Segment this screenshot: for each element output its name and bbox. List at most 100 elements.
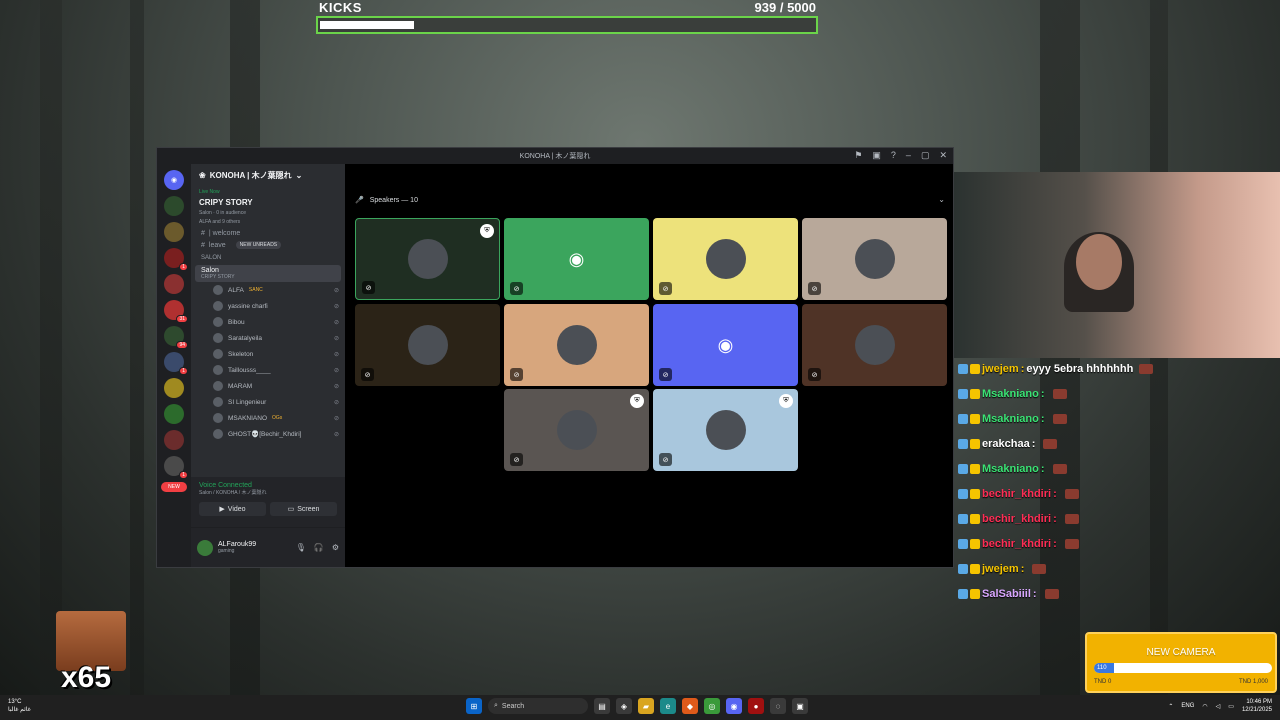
speaker-tile[interactable]: ⊘ bbox=[504, 304, 649, 386]
server-icon[interactable] bbox=[164, 430, 184, 450]
language-indicator[interactable]: ENG bbox=[1181, 703, 1194, 709]
copilot-icon[interactable]: ◈ bbox=[616, 698, 632, 714]
inbox-icon[interactable]: ▣ bbox=[872, 150, 881, 161]
speaker-tile[interactable]: ⊘ ⛨ bbox=[504, 389, 649, 471]
avatar bbox=[705, 410, 746, 450]
colon: : bbox=[1040, 387, 1045, 400]
kicks-progress-bar bbox=[316, 16, 818, 34]
voice-member[interactable]: Saratalyeila ⊘ bbox=[191, 330, 345, 346]
search-box[interactable]: ⌕ Search bbox=[488, 698, 588, 714]
wifi-icon[interactable]: ◠ bbox=[1202, 703, 1207, 710]
weather-widget[interactable]: 13°C غائم غالبا bbox=[8, 698, 31, 714]
avatar[interactable] bbox=[197, 539, 213, 556]
speaker-tile[interactable]: ⊘ ⛨ bbox=[355, 218, 500, 300]
minimize-button[interactable]: – bbox=[906, 150, 911, 161]
voice-member[interactable]: MARAM ⊘ bbox=[191, 378, 345, 394]
discord-home-icon[interactable]: ◉ bbox=[164, 170, 184, 190]
avatar bbox=[213, 397, 223, 407]
edge-icon[interactable]: e bbox=[660, 698, 676, 714]
server-name-header[interactable]: ❀ KONOHA | 木ノ葉隠れ ⌄ bbox=[191, 164, 345, 186]
server-icon[interactable] bbox=[164, 274, 184, 294]
screen-share-icon: ▭ bbox=[287, 506, 295, 513]
voice-member[interactable]: GHOST💀[Bechir_Khdiri] ⊘ bbox=[191, 426, 345, 442]
server-icon[interactable]: 1 bbox=[164, 248, 188, 271]
server-icon[interactable] bbox=[164, 404, 184, 424]
channel-leave[interactable]: # leave NEW UNREADS bbox=[191, 239, 345, 251]
sword-badge-icon bbox=[958, 588, 968, 599]
discord-icon[interactable]: ◉ bbox=[726, 698, 742, 714]
live-now-label: Live Now bbox=[199, 189, 220, 195]
clock[interactable]: 10:46 PM 12/21/2025 bbox=[1242, 698, 1272, 714]
speaker-tile[interactable]: ⊘ bbox=[653, 218, 798, 300]
voice-member[interactable]: Skeleton ⊘ bbox=[191, 346, 345, 362]
hash-icon: # bbox=[201, 230, 205, 237]
chevron-down-icon[interactable]: ⌄ bbox=[938, 195, 945, 204]
channel-sidebar: ❀ KONOHA | 木ノ葉隠れ ⌄ Live Now CRIPY STORY … bbox=[191, 164, 345, 567]
maximize-button[interactable]: ▢ bbox=[921, 150, 930, 161]
sword-badge-icon bbox=[958, 513, 968, 524]
crown-badge-icon bbox=[970, 563, 980, 574]
task-view-icon[interactable]: ▤ bbox=[594, 698, 610, 714]
microphone-icon: 🎤 bbox=[355, 197, 364, 204]
start-icon[interactable]: ⊞ bbox=[466, 698, 482, 714]
voice-member[interactable]: ALFA SANC ⊘ bbox=[191, 282, 345, 298]
live-stage-card[interactable]: Live Now CRIPY STORY Salon · 0 in audien… bbox=[191, 186, 345, 228]
avatar bbox=[213, 301, 223, 311]
help-icon[interactable]: ? bbox=[891, 150, 896, 161]
clock-date: 12/21/2025 bbox=[1241, 707, 1272, 713]
gear-icon[interactable]: ⚙ bbox=[332, 543, 339, 552]
chrome-icon[interactable]: ◎ bbox=[704, 698, 720, 714]
speaker-tile[interactable]: ◉ ⊘ bbox=[653, 304, 798, 386]
speaker-icon[interactable]: ◁ bbox=[1216, 703, 1221, 710]
shield-icon: ⛨ bbox=[630, 394, 644, 408]
server-icon[interactable]: 1 bbox=[164, 352, 188, 375]
muted-mic-icon: ⊘ bbox=[808, 282, 821, 295]
battery-icon[interactable]: ▭ bbox=[1228, 703, 1234, 710]
server-icon[interactable]: 31 bbox=[164, 300, 188, 323]
username: ALFarouk99 bbox=[218, 541, 257, 548]
file-explorer-icon[interactable]: ▰ bbox=[638, 698, 654, 714]
avatar bbox=[407, 325, 448, 365]
speaker-tile[interactable]: ⊘ bbox=[355, 304, 500, 386]
channel-welcome[interactable]: # | welcome bbox=[191, 228, 345, 239]
flag-icon[interactable]: ⚑ bbox=[854, 150, 862, 161]
screen-button[interactable]: ▭ Screen bbox=[270, 502, 337, 516]
headphones-icon[interactable]: 🎧 bbox=[314, 543, 324, 552]
speaker-tile[interactable]: ⊘ ⛨ bbox=[653, 389, 798, 471]
voice-connected-panel: Voice Connected Salon / KONOHA / 木ノ葉隠れ ▶… bbox=[191, 477, 345, 527]
obs-icon[interactable]: ● bbox=[748, 698, 764, 714]
chat-message: Msakniano: bbox=[954, 381, 1280, 406]
chat-username: Msakniano bbox=[982, 462, 1039, 475]
voice-member[interactable]: SI Lingenieur ⊘ bbox=[191, 394, 345, 410]
chat-message: erakchaa: bbox=[954, 431, 1280, 456]
voice-channel-salon[interactable]: Salon CRIPY STORY bbox=[195, 265, 341, 282]
video-button[interactable]: ▶ Video bbox=[199, 502, 266, 516]
chat-username: SalSabiiil bbox=[982, 587, 1031, 600]
server-icon[interactable] bbox=[164, 222, 184, 242]
server-icon[interactable]: 1 bbox=[164, 456, 188, 479]
voice-member[interactable]: MSAKNIANO OGs ⊘ bbox=[191, 410, 345, 426]
app-icon[interactable]: ▣ bbox=[792, 698, 808, 714]
speaker-tile[interactable]: ⊘ bbox=[802, 304, 947, 386]
chevron-down-icon: ⌄ bbox=[295, 170, 303, 180]
chat-message: bechir_khdiri: bbox=[954, 481, 1280, 506]
app-icon[interactable]: ◌ bbox=[770, 698, 786, 714]
speaker-tile[interactable]: ◉ ⊘ bbox=[504, 218, 649, 300]
voice-member[interactable]: Taillousss____ ⊘ bbox=[191, 362, 345, 378]
member-tag: OGs bbox=[272, 415, 283, 421]
voice-member[interactable]: Bibou ⊘ bbox=[191, 314, 345, 330]
new-badge[interactable]: NEW bbox=[161, 482, 187, 492]
voice-member[interactable]: yassine charfi ⊘ bbox=[191, 298, 345, 314]
new-unreads-pill[interactable]: NEW UNREADS bbox=[235, 241, 282, 249]
category-salon[interactable]: SALON bbox=[191, 251, 345, 265]
microphone-icon[interactable]: 🎙 bbox=[296, 543, 306, 552]
server-icon[interactable]: 94 bbox=[164, 326, 188, 349]
close-button[interactable]: ✕ bbox=[939, 150, 947, 161]
colon: : bbox=[1020, 362, 1025, 375]
chat-message: jwejem: eyyy 5ebra hhhhhhh bbox=[954, 356, 1280, 381]
chevron-up-icon[interactable]: ⌃ bbox=[1168, 703, 1173, 710]
server-icon[interactable] bbox=[164, 378, 184, 398]
brave-icon[interactable]: ◆ bbox=[682, 698, 698, 714]
speaker-tile[interactable]: ⊘ bbox=[802, 218, 947, 300]
server-icon[interactable] bbox=[164, 196, 184, 216]
